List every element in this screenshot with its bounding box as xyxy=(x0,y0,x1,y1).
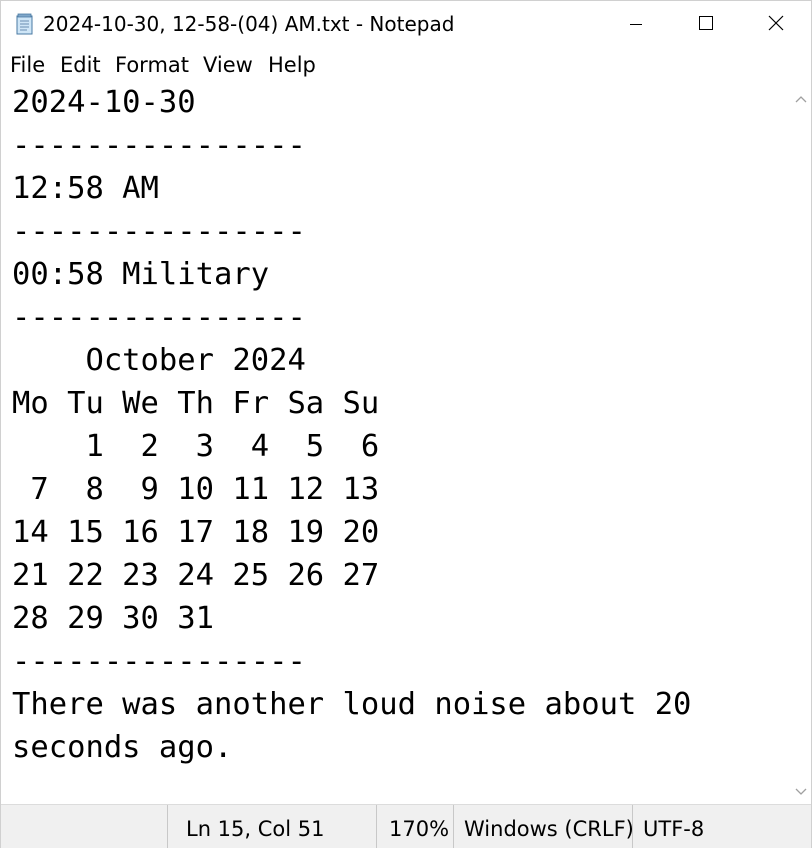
status-line-ending-segment: Windows (CRLF) xyxy=(453,805,634,848)
text-editor[interactable]: 2024-10-30 ---------------- 12:58 AM ---… xyxy=(1,83,791,804)
menu-file[interactable]: File xyxy=(10,53,45,77)
close-button[interactable] xyxy=(741,1,811,49)
menu-format[interactable]: Format xyxy=(115,53,189,77)
maximize-button[interactable] xyxy=(671,1,741,49)
status-position: Ln 15, Col 51 xyxy=(186,817,325,841)
close-icon xyxy=(768,15,784,35)
status-encoding: UTF-8 xyxy=(643,817,705,841)
chevron-down-icon xyxy=(795,781,807,800)
scroll-up-button[interactable] xyxy=(791,87,811,107)
menu-view[interactable]: View xyxy=(203,53,253,77)
title-bar[interactable]: 2024-10-30, 12-58-(04) AM.txt - Notepad xyxy=(1,1,811,49)
status-position-segment: Ln 15, Col 51 xyxy=(167,805,376,848)
editor-content[interactable]: 2024-10-30 ---------------- 12:58 AM ---… xyxy=(12,83,691,769)
maximize-icon xyxy=(698,15,714,35)
status-encoding-segment: UTF-8 xyxy=(632,805,812,848)
status-zoom: 170% xyxy=(389,817,450,841)
menu-bar: File Edit Format View Help xyxy=(1,49,811,83)
status-zoom-segment: 170% xyxy=(376,805,453,848)
minimize-icon xyxy=(629,16,643,35)
notepad-window: 2024-10-30, 12-58-(04) AM.txt - Notepad … xyxy=(0,0,812,848)
menu-edit[interactable]: Edit xyxy=(60,53,101,77)
scroll-down-button[interactable] xyxy=(791,780,811,800)
menu-help[interactable]: Help xyxy=(268,53,316,77)
status-bar: Ln 15, Col 51 170% Windows (CRLF) UTF-8 xyxy=(1,804,811,848)
window-title: 2024-10-30, 12-58-(04) AM.txt - Notepad xyxy=(43,12,455,36)
notepad-icon xyxy=(15,13,35,35)
minimize-button[interactable] xyxy=(601,1,671,49)
vertical-scrollbar[interactable] xyxy=(791,83,811,804)
chevron-up-icon xyxy=(795,88,807,107)
status-line-ending: Windows (CRLF) xyxy=(464,817,634,841)
